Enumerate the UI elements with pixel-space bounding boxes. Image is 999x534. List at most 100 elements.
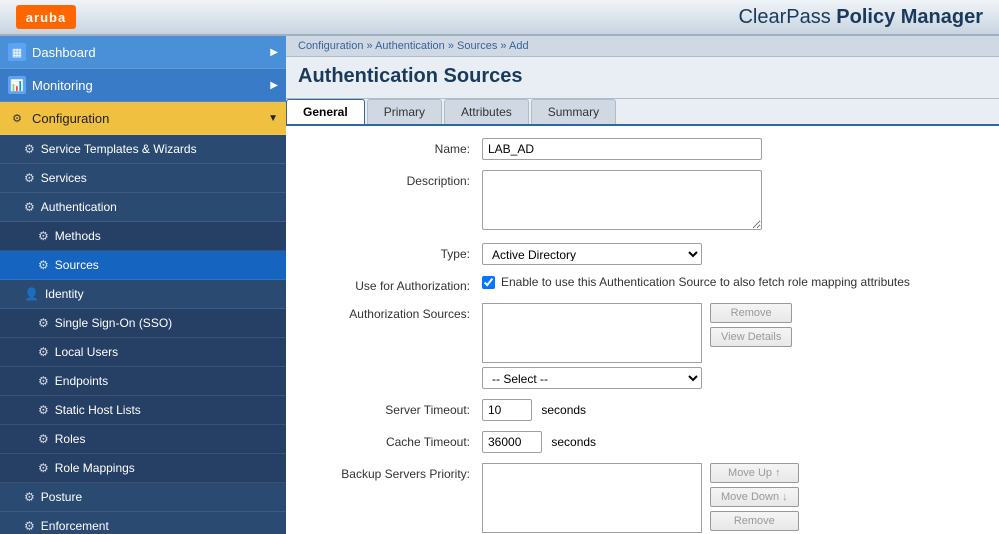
aruba-logo-icon: aruba: [16, 5, 76, 29]
name-label: Name:: [302, 138, 482, 156]
static-host-icon: ⚙: [38, 403, 49, 417]
sidebar-item-monitoring[interactable]: 📊 Monitoring ▶: [0, 69, 286, 102]
breadcrumb-sources[interactable]: Sources: [457, 40, 497, 52]
move-up-button[interactable]: Move Up ↑: [710, 463, 799, 483]
backup-servers-wrap: Move Up ↑ Move Down ↓ Remove Add Backup: [482, 463, 983, 534]
type-select[interactable]: Active Directory LDAP SQL DB Token Serve…: [482, 243, 702, 265]
name-control-wrap: [482, 138, 983, 160]
auth-sources-label: Authorization Sources:: [302, 303, 482, 321]
local-users-icon: ⚙: [38, 345, 49, 359]
type-label: Type:: [302, 243, 482, 261]
expand-arrow-icon3: ▼: [268, 113, 278, 124]
sidebar-item-identity[interactable]: 👤 Identity: [0, 280, 286, 309]
server-timeout-label: Server Timeout:: [302, 399, 482, 417]
sidebar-item-endpoints[interactable]: ⚙ Endpoints: [0, 367, 286, 396]
backup-servers-label: Backup Servers Priority:: [302, 463, 482, 481]
sidebar-item-sources[interactable]: ⚙ Sources: [0, 251, 286, 280]
backup-servers-row: Backup Servers Priority: Move Up ↑ Move …: [302, 463, 983, 534]
templates-icon: ⚙: [24, 142, 35, 156]
remove-backup-button[interactable]: Remove: [710, 511, 799, 531]
type-control-wrap: Active Directory LDAP SQL DB Token Serve…: [482, 243, 983, 265]
description-control-wrap: [482, 170, 983, 233]
logo: aruba: [16, 5, 76, 29]
page-header: Authentication Sources: [286, 57, 999, 99]
name-input[interactable]: [482, 138, 762, 160]
move-down-button[interactable]: Move Down ↓: [710, 487, 799, 507]
sidebar-item-dashboard[interactable]: ▦ Dashboard ▶: [0, 36, 286, 69]
monitoring-icon: 📊: [8, 76, 26, 94]
sources-icon: ⚙: [38, 258, 49, 272]
app-title: ClearPass Policy Manager: [738, 6, 983, 29]
use-for-auth-row: Use for Authorization: Enable to use thi…: [302, 275, 983, 293]
dashboard-icon: ▦: [8, 43, 26, 61]
auth-sources-list: [482, 303, 702, 363]
cache-timeout-input[interactable]: [482, 431, 542, 453]
description-label: Description:: [302, 170, 482, 188]
auth-sources-wrap: Remove View Details -- Select --: [482, 303, 983, 389]
main-container: ▦ Dashboard ▶ 📊 Monitoring ▶ ⚙ Configura…: [0, 36, 999, 534]
endpoints-icon: ⚙: [38, 374, 49, 388]
remove-auth-source-button[interactable]: Remove: [710, 303, 792, 323]
sidebar-item-sso[interactable]: ⚙ Single Sign-On (SSO): [0, 309, 286, 338]
tab-primary[interactable]: Primary: [367, 99, 442, 124]
posture-icon: ⚙: [24, 490, 35, 504]
cache-timeout-label: Cache Timeout:: [302, 431, 482, 449]
enforcement-icon: ⚙: [24, 519, 35, 533]
sidebar-item-enforcement[interactable]: ⚙ Enforcement: [0, 512, 286, 534]
server-timeout-input[interactable]: [482, 399, 532, 421]
content-area: Configuration » Authentication » Sources…: [286, 36, 999, 534]
use-for-auth-wrap: Enable to use this Authentication Source…: [482, 275, 983, 289]
backup-servers-list: [482, 463, 702, 533]
use-for-auth-label: Use for Authorization:: [302, 275, 482, 293]
name-row: Name:: [302, 138, 983, 160]
cache-timeout-unit: seconds: [551, 435, 596, 449]
breadcrumb: Configuration » Authentication » Sources…: [286, 36, 999, 57]
view-details-button[interactable]: View Details: [710, 327, 792, 347]
sidebar: ▦ Dashboard ▶ 📊 Monitoring ▶ ⚙ Configura…: [0, 36, 286, 534]
tab-general[interactable]: General: [286, 99, 365, 124]
auth-sources-buttons: Remove View Details: [710, 303, 792, 363]
page-title: Authentication Sources: [298, 65, 987, 88]
roles-icon: ⚙: [38, 432, 49, 446]
description-row: Description:: [302, 170, 983, 233]
auth-source-select[interactable]: -- Select --: [482, 367, 702, 389]
sidebar-item-role-mappings[interactable]: ⚙ Role Mappings: [0, 454, 286, 483]
sidebar-item-templates[interactable]: ⚙ Service Templates & Wizards: [0, 135, 286, 164]
expand-arrow-icon: ▶: [270, 47, 278, 58]
use-for-auth-text: Enable to use this Authentication Source…: [501, 275, 910, 289]
tabs-bar: General Primary Attributes Summary: [286, 99, 999, 126]
backup-buttons: Move Up ↑ Move Down ↓ Remove: [710, 463, 799, 533]
breadcrumb-add: Add: [509, 40, 529, 52]
expand-arrow-icon2: ▶: [270, 80, 278, 91]
sidebar-item-configuration[interactable]: ⚙ Configuration ▼: [0, 102, 286, 135]
sidebar-item-roles[interactable]: ⚙ Roles: [0, 425, 286, 454]
select-row: -- Select --: [482, 367, 983, 389]
auth-sources-layout: Remove View Details: [482, 303, 983, 363]
app-header: aruba ClearPass Policy Manager: [0, 0, 999, 36]
tab-attributes[interactable]: Attributes: [444, 99, 529, 124]
cache-timeout-row: Cache Timeout: seconds: [302, 431, 983, 453]
sidebar-item-static-host-lists[interactable]: ⚙ Static Host Lists: [0, 396, 286, 425]
form-area: Name: Description: Type: Active Director…: [286, 126, 999, 534]
description-textarea[interactable]: [482, 170, 762, 230]
authentication-icon: ⚙: [24, 200, 35, 214]
role-mappings-icon: ⚙: [38, 461, 49, 475]
sidebar-item-methods[interactable]: ⚙ Methods: [0, 222, 286, 251]
backup-layout: Move Up ↑ Move Down ↓ Remove: [482, 463, 983, 533]
breadcrumb-configuration[interactable]: Configuration: [298, 40, 363, 52]
sidebar-item-authentication[interactable]: ⚙ Authentication: [0, 193, 286, 222]
server-timeout-unit: seconds: [541, 403, 586, 417]
server-timeout-wrap: seconds: [482, 399, 983, 421]
sidebar-item-posture[interactable]: ⚙ Posture: [0, 483, 286, 512]
methods-icon: ⚙: [38, 229, 49, 243]
breadcrumb-authentication[interactable]: Authentication: [375, 40, 445, 52]
use-for-auth-checkbox[interactable]: [482, 276, 495, 289]
sidebar-item-local-users[interactable]: ⚙ Local Users: [0, 338, 286, 367]
identity-icon: 👤: [24, 287, 39, 301]
auth-sources-row: Authorization Sources: Remove View Detai…: [302, 303, 983, 389]
server-timeout-row: Server Timeout: seconds: [302, 399, 983, 421]
services-icon: ⚙: [24, 171, 35, 185]
tab-summary[interactable]: Summary: [531, 99, 616, 124]
sidebar-item-services[interactable]: ⚙ Services: [0, 164, 286, 193]
cache-timeout-wrap: seconds: [482, 431, 983, 453]
